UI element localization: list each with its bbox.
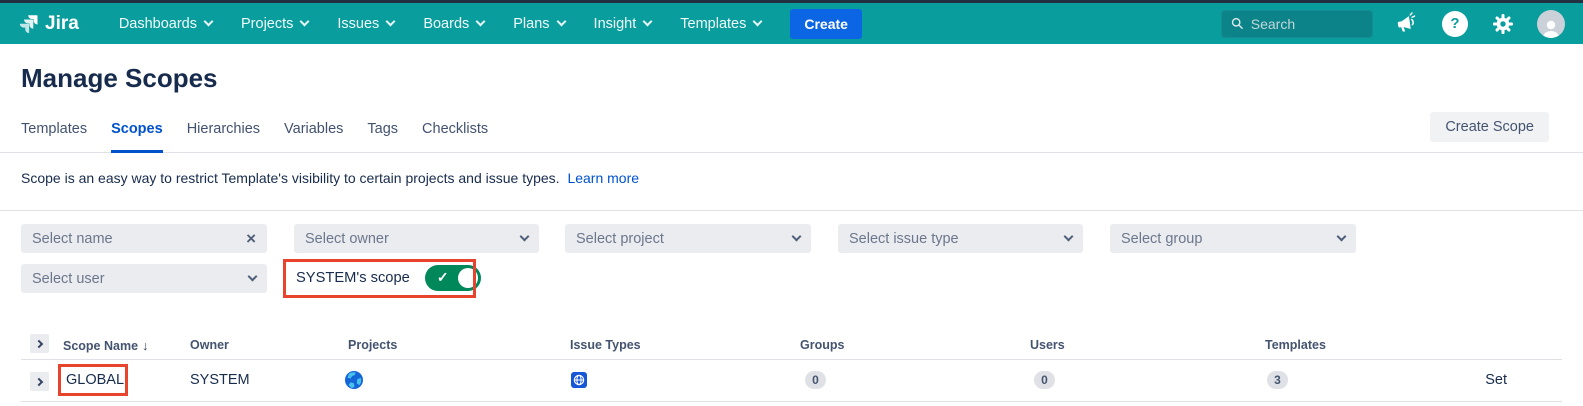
- clear-icon[interactable]: ×: [246, 230, 256, 247]
- chevron-right-icon: [34, 339, 42, 347]
- tab-tags[interactable]: Tags: [367, 121, 398, 153]
- jira-logo-text: Jira: [45, 13, 79, 35]
- toggle-knob: [458, 268, 478, 288]
- system-scope-switch[interactable]: ✓: [425, 265, 481, 291]
- filter-group-select[interactable]: Select group: [1110, 224, 1356, 253]
- name-filter-field[interactable]: [32, 231, 246, 247]
- section-divider: [0, 210, 1583, 211]
- globe-square-icon: [571, 372, 587, 388]
- table-row-divider: [21, 401, 1562, 402]
- column-header-issue-types[interactable]: Issue Types: [570, 338, 641, 352]
- jira-logo[interactable]: Jira: [18, 13, 79, 35]
- sort-desc-icon: ↓: [142, 338, 149, 353]
- help-button[interactable]: ?: [1441, 10, 1469, 38]
- table-header-divider: [21, 359, 1562, 360]
- person-icon: [1540, 18, 1562, 38]
- filter-owner-select[interactable]: Select owner: [294, 224, 539, 253]
- nav-item-projects[interactable]: Projects: [241, 16, 308, 32]
- chevron-down-icon: [520, 232, 530, 242]
- chevron-right-icon: [34, 377, 42, 385]
- system-scope-toggle: SYSTEM's scope ✓: [296, 265, 481, 291]
- groups-count-badge: 0: [805, 371, 826, 389]
- create-button[interactable]: Create: [790, 9, 862, 39]
- filter-user-select[interactable]: Select user: [21, 264, 267, 293]
- column-header-templates[interactable]: Templates: [1265, 338, 1326, 352]
- column-header-users[interactable]: Users: [1030, 338, 1065, 352]
- settings-button[interactable]: [1489, 10, 1517, 38]
- chevron-down-icon: [753, 17, 763, 27]
- user-avatar[interactable]: [1537, 10, 1565, 38]
- scope-name-global-cell[interactable]: GLOBAL: [66, 372, 124, 388]
- chevron-down-icon: [386, 17, 396, 27]
- nav-item-plans[interactable]: Plans: [513, 16, 564, 32]
- users-count-badge: 0: [1034, 371, 1055, 389]
- navbar-right-group: ?: [1221, 10, 1565, 38]
- help-icon: ?: [1442, 11, 1468, 37]
- tab-templates[interactable]: Templates: [21, 121, 87, 153]
- chevron-down-icon: [1064, 232, 1074, 242]
- page-title: Manage Scopes: [21, 63, 218, 94]
- window-top-edge: [0, 0, 1583, 3]
- column-header-projects[interactable]: Projects: [348, 338, 397, 352]
- nav-item-issues[interactable]: Issues: [337, 16, 394, 32]
- column-header-groups[interactable]: Groups: [800, 338, 844, 352]
- owner-cell: SYSTEM: [190, 372, 250, 388]
- row-expand-button[interactable]: [30, 372, 49, 391]
- system-scope-label: SYSTEM's scope: [296, 270, 410, 286]
- page-description: Scope is an easy way to restrict Templat…: [21, 170, 639, 186]
- chevron-down-icon: [204, 17, 214, 27]
- chevron-down-icon: [556, 17, 566, 27]
- announcements-button[interactable]: [1393, 10, 1421, 38]
- templates-count-badge: 3: [1267, 371, 1288, 389]
- chevron-down-icon: [248, 272, 258, 282]
- tab-hierarchies[interactable]: Hierarchies: [187, 121, 260, 153]
- set-action-link[interactable]: Set: [1455, 372, 1507, 388]
- globe-icon: [344, 370, 364, 390]
- chevron-down-icon: [1337, 232, 1347, 242]
- tab-variables[interactable]: Variables: [284, 121, 343, 153]
- filter-issue-type-select[interactable]: Select issue type: [838, 224, 1083, 253]
- chevron-down-icon: [643, 17, 653, 27]
- chevron-down-icon: [476, 17, 486, 27]
- chevron-down-icon: [792, 232, 802, 242]
- nav-item-dashboards[interactable]: Dashboards: [119, 16, 212, 32]
- learn-more-link[interactable]: Learn more: [567, 170, 639, 186]
- global-search[interactable]: [1221, 10, 1373, 38]
- megaphone-icon: [1393, 10, 1420, 37]
- check-icon: ✓: [437, 269, 449, 286]
- search-icon: [1231, 16, 1244, 31]
- column-header-scope-name[interactable]: Scope Name↓: [63, 338, 149, 353]
- nav-item-insight[interactable]: Insight: [594, 16, 652, 32]
- top-navbar: Jira Dashboards Projects Issues Boards P…: [0, 0, 1583, 44]
- jira-logo-icon: [18, 13, 39, 34]
- filter-name-input[interactable]: ×: [21, 224, 267, 253]
- column-header-owner[interactable]: Owner: [190, 338, 229, 352]
- nav-item-templates[interactable]: Templates: [680, 16, 761, 32]
- gear-icon: [1491, 12, 1515, 36]
- filter-project-select[interactable]: Select project: [565, 224, 811, 253]
- expand-all-button[interactable]: [30, 334, 49, 353]
- search-input[interactable]: [1251, 16, 1363, 32]
- tab-checklists[interactable]: Checklists: [422, 121, 488, 153]
- chevron-down-icon: [300, 17, 310, 27]
- nav-item-boards[interactable]: Boards: [423, 16, 484, 32]
- tab-scopes[interactable]: Scopes: [111, 121, 163, 153]
- page-tabs: Templates Scopes Hierarchies Variables T…: [21, 121, 488, 153]
- create-scope-button[interactable]: Create Scope: [1430, 112, 1549, 142]
